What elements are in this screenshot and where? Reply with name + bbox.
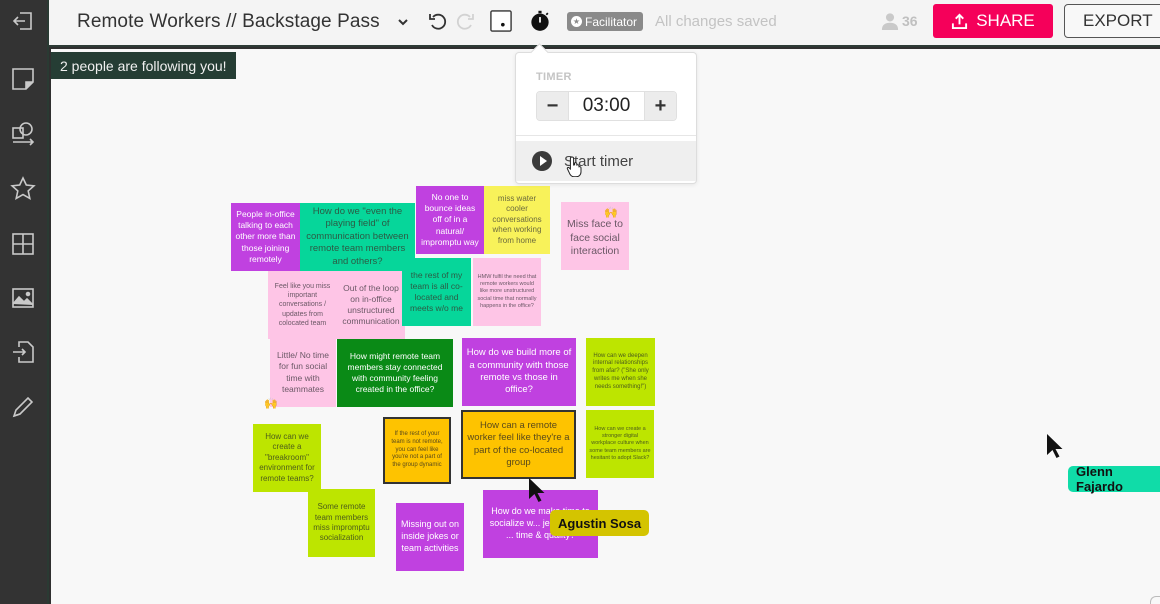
collaborator-cursor xyxy=(528,477,546,503)
templates-tool[interactable] xyxy=(8,229,38,259)
top-bar: Remote Workers // Backstage Pass ★ Facil… xyxy=(49,0,1160,47)
timer-duration-value[interactable]: 03:00 xyxy=(568,92,645,120)
sticky-note[interactable]: How might remote team members stay conne… xyxy=(337,339,453,407)
collaborator-name-tag: Agustin Sosa xyxy=(550,510,650,536)
sticky-note[interactable]: HMW fulfil the need that remote workers … xyxy=(473,258,541,326)
save-status: All changes saved xyxy=(655,13,777,30)
undo-icon xyxy=(429,13,447,30)
timer-button[interactable] xyxy=(526,7,554,35)
participant-count-value: 36 xyxy=(902,13,918,29)
sticky-note[interactable]: Some remote team members miss impromptu … xyxy=(308,489,375,557)
facilitator-label: Facilitator xyxy=(585,14,638,29)
sticky-note[interactable]: Out of the loop on in-office unstructure… xyxy=(337,271,405,339)
timer-duration-stepper: − 03:00 + xyxy=(536,91,677,121)
board-canvas[interactable]: 2 people are following you! People in-of… xyxy=(51,49,1160,604)
exit-icon xyxy=(12,12,32,30)
sticky-note[interactable]: Little/ No time for fun social time with… xyxy=(270,338,336,407)
sticky-note[interactable]: No one to bounce ideas off of in a natur… xyxy=(416,186,484,254)
draw-tool[interactable] xyxy=(8,392,38,422)
sticky-note[interactable]: Miss face to face social interaction xyxy=(561,202,629,270)
timer-label: TIMER xyxy=(536,71,572,83)
sticky-note-tool[interactable] xyxy=(8,64,38,94)
stopwatch-icon xyxy=(531,10,549,31)
chevron-down-icon xyxy=(398,19,408,26)
favorites-tool[interactable] xyxy=(8,174,38,204)
sticky-note[interactable]: miss water cooler conversations when wor… xyxy=(484,186,550,254)
sticky-note[interactable]: People in-office talking to each other m… xyxy=(231,203,300,271)
star-icon xyxy=(10,176,36,200)
participant-count[interactable]: 36 xyxy=(881,12,918,30)
start-timer-button[interactable]: Start timer xyxy=(516,141,696,181)
undo-button[interactable] xyxy=(426,9,450,33)
upload-icon xyxy=(952,13,968,29)
import-icon xyxy=(13,341,34,363)
share-button[interactable]: SHARE xyxy=(933,4,1053,38)
follow-banner: 2 people are following you! xyxy=(51,52,236,79)
export-button[interactable]: EXPORT xyxy=(1064,4,1160,38)
shapes-tool[interactable] xyxy=(8,118,38,148)
grid-icon xyxy=(12,233,34,255)
sticky-note[interactable]: How can a remote worker feel like they'r… xyxy=(461,410,576,479)
title-dropdown-button[interactable] xyxy=(395,12,411,32)
facilitator-badge[interactable]: ★ Facilitator xyxy=(567,12,644,31)
play-icon xyxy=(532,151,552,171)
app-window: Remote Workers // Backstage Pass ★ Facil… xyxy=(0,0,1160,604)
sticky-note[interactable]: How can we deepen internal relationships… xyxy=(586,338,655,406)
sticky-note[interactable]: the rest of my team is all co-located an… xyxy=(402,258,471,326)
redo-button[interactable] xyxy=(453,9,477,33)
star-badge-icon: ★ xyxy=(571,16,582,27)
sticky-note[interactable]: Missing out on inside jokes or team acti… xyxy=(396,503,464,571)
import-tool[interactable] xyxy=(8,337,38,367)
divider xyxy=(516,135,696,136)
image-tool[interactable] xyxy=(8,283,38,313)
vote-hands-icon: 🙌 xyxy=(264,398,278,410)
sticky-note[interactable]: How can we create a stronger digital wor… xyxy=(586,410,654,478)
sticky-note[interactable]: Feel like you miss important conversatio… xyxy=(268,271,337,339)
timer-increment-button[interactable]: + xyxy=(645,92,676,120)
sticky-note-icon xyxy=(12,68,34,90)
focus-frame-button[interactable] xyxy=(489,9,513,33)
sticky-note[interactable]: How do we build more of a community with… xyxy=(462,338,576,406)
frame-icon xyxy=(490,10,512,32)
board-title[interactable]: Remote Workers // Backstage Pass xyxy=(77,11,380,33)
timer-decrement-button[interactable]: − xyxy=(537,92,568,120)
collaborator-cursor xyxy=(1046,433,1064,459)
exit-button[interactable] xyxy=(8,6,38,36)
collaborator-name-tag: Glenn Fajardo xyxy=(1068,464,1160,494)
image-icon xyxy=(12,288,34,308)
resize-handle[interactable] xyxy=(1150,596,1160,604)
sticky-note[interactable]: If the rest of your team is not remote, … xyxy=(383,417,451,484)
sticky-note[interactable]: How can we create a "breakroom" environm… xyxy=(253,424,321,492)
shapes-icon xyxy=(12,122,35,146)
share-label: SHARE xyxy=(976,11,1035,30)
sticky-note[interactable]: How do we "even the playing field" of co… xyxy=(300,203,415,271)
pencil-icon xyxy=(12,396,34,418)
timer-popover: TIMER − 03:00 + Start timer xyxy=(515,52,697,184)
vote-hands-icon: 🙌 xyxy=(604,207,618,219)
hand-pointer-cursor xyxy=(566,155,584,178)
user-icon xyxy=(881,13,899,30)
redo-icon xyxy=(456,13,474,30)
left-toolbar xyxy=(0,0,49,604)
